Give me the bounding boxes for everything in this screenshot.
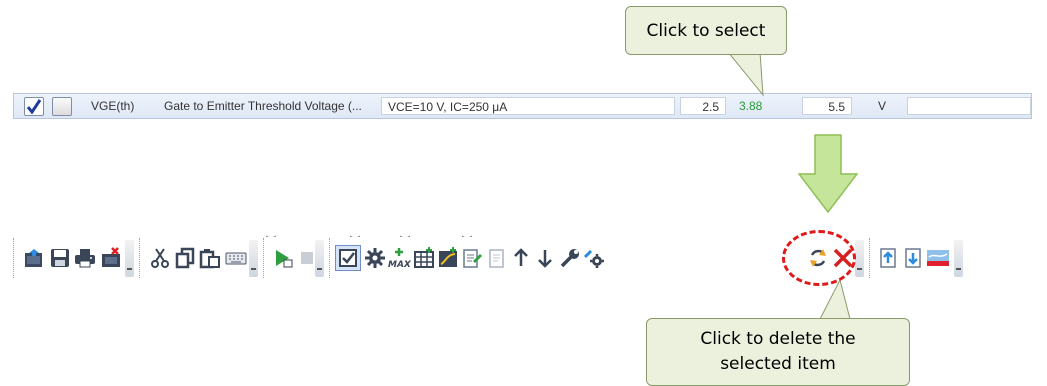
delete-callout: Click to delete the selected item <box>646 318 910 386</box>
delete-callout-pointer <box>819 278 851 320</box>
delete-callout-text-2: selected item <box>720 354 836 374</box>
select-callout-text: Click to select <box>646 20 766 41</box>
delete-callout-text-1: Click to delete the <box>700 329 856 349</box>
select-callout-pointer <box>726 51 764 97</box>
select-callout: Click to select <box>625 6 787 55</box>
delete-highlight-ellipse <box>782 230 856 286</box>
